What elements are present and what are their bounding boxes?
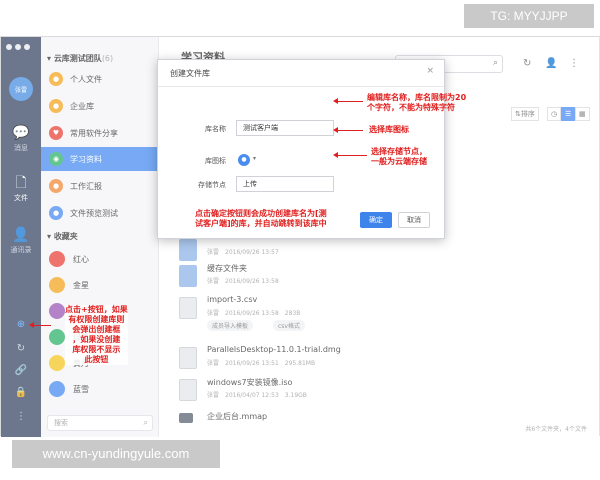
watermark-bottom: www.cn-yundingyule.com [12, 440, 220, 468]
annotation-line: 有权限创建库则 [68, 315, 125, 324]
annotation-arrow [333, 152, 367, 158]
annotation-line: 试客户端]的库，并自动跳转到该库中 [195, 219, 327, 228]
annotation-line: 此按钮 [84, 355, 109, 364]
cancel-button[interactable]: 取消 [398, 212, 430, 228]
annotation-name: 编辑库名称，库名限制为20 个字符，不能为特殊字符 [367, 93, 466, 113]
annotation-storage: 选择存储节点， 一般为云端存储 [371, 147, 427, 167]
annotation-arrow [333, 98, 363, 104]
annotation-line: 点击确定按钮则会成功创建库名为[测 [195, 209, 327, 218]
storage-label: 存储节点 [198, 181, 226, 189]
app-window: 张雷 💬 消息 🗋 文件 👤 通讯录 ⊕ ↻ 🔗 🔒 ⋮ ▾ 云库测试团队(6)… [0, 36, 600, 437]
annotation-confirm: 点击确定按钮则会成功创建库名为[测 试客户端]的库，并自动跳转到该库中 [195, 209, 327, 229]
chevron-down-icon[interactable]: ▾ [253, 155, 256, 162]
storage-node-select[interactable]: 上传 [236, 176, 334, 192]
ok-button[interactable]: 确定 [360, 212, 392, 228]
annotation-line: 库权限不显示 [72, 345, 121, 354]
annotation-arrow [29, 322, 51, 328]
annotation-arrow [333, 127, 363, 133]
icon-label: 库图标 [205, 157, 226, 165]
library-icon-picker[interactable]: ● [238, 154, 250, 166]
dialog-title: 创建文件库 [170, 69, 210, 78]
annotation-line: 选择存储节点， [371, 147, 427, 156]
close-icon[interactable]: × [426, 66, 434, 76]
annotation-line: 个字符，不能为特殊字符 [367, 103, 455, 112]
divider [158, 86, 444, 87]
annotation-icon: 选择库图标 [369, 125, 409, 134]
library-name-input[interactable]: 测试客户端 [236, 120, 334, 136]
annotation-line: 编辑库名称，库名限制为20 [367, 93, 467, 102]
watermark-top: TG: MYYJJPP [464, 4, 594, 28]
annotation-line: 一般为云端存储 [371, 157, 427, 166]
annotation-line: ，如果没创建 [72, 335, 121, 344]
annotation-line: 点击+按钮，如果 [65, 305, 128, 314]
annotation-plus: 点击+按钮，如果 有权限创建库则 会弹出创建框 ，如果没创建 库权限不显示 此按… [65, 305, 128, 365]
annotation-line: 会弹出创建框 [72, 325, 121, 334]
name-label: 库名称 [205, 125, 226, 133]
